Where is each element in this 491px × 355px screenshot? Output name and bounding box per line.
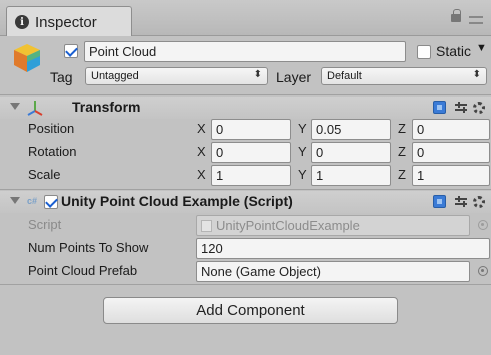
chevron-updown-icon: ⬍ xyxy=(253,69,262,80)
foldout-arrow-icon[interactable] xyxy=(10,197,20,204)
axis-z-label: Z xyxy=(398,144,406,159)
tab-label: Inspector xyxy=(35,13,97,31)
lock-icon[interactable] xyxy=(451,9,461,22)
divider xyxy=(0,189,491,190)
axis-x-label: X xyxy=(197,167,206,182)
gameobject-header: Point Cloud Static ▼ Tag Untagged ⬍ Laye… xyxy=(0,36,491,94)
script-file-icon: c# xyxy=(27,196,38,206)
script-label: Script xyxy=(28,217,62,232)
preset-icon[interactable] xyxy=(455,102,467,114)
script-value: UnityPointCloudExample xyxy=(216,218,360,233)
layer-dropdown[interactable]: Default ⬍ xyxy=(321,67,487,85)
tag-value: Untagged xyxy=(91,70,139,82)
position-x-field[interactable]: 0 xyxy=(211,119,291,140)
prefab-field[interactable]: None (Game Object) xyxy=(196,261,470,282)
info-icon: i xyxy=(15,15,29,29)
axis-y-label: Y xyxy=(298,121,307,136)
name-field[interactable]: Point Cloud xyxy=(84,41,406,62)
gear-icon[interactable] xyxy=(473,102,485,114)
menu-icon[interactable] xyxy=(469,16,483,24)
help-icon[interactable] xyxy=(433,195,446,208)
rotation-x-field[interactable]: 0 xyxy=(211,142,291,163)
divider xyxy=(0,94,491,95)
scale-y-field[interactable]: 1 xyxy=(311,165,391,186)
tab-bar: i Inspector xyxy=(0,0,491,37)
axis-x-label: X xyxy=(197,121,206,136)
preset-icon[interactable] xyxy=(455,196,467,208)
transform-header[interactable]: Transform xyxy=(0,97,491,119)
script-component-title: Unity Point Cloud Example (Script) xyxy=(61,193,293,209)
rotation-y-field[interactable]: 0 xyxy=(311,142,391,163)
axis-y-label: Y xyxy=(298,167,307,182)
prefab-label: Point Cloud Prefab xyxy=(28,263,138,278)
num-points-label: Num Points To Show xyxy=(28,240,149,255)
tag-dropdown[interactable]: Untagged ⬍ xyxy=(85,67,268,85)
scale-z-field[interactable]: 1 xyxy=(412,165,490,186)
divider xyxy=(0,284,491,285)
add-component-button[interactable]: Add Component xyxy=(103,297,398,324)
axis-z-label: Z xyxy=(398,121,406,136)
transform-title: Transform xyxy=(72,99,141,115)
axis-x-label: X xyxy=(197,144,206,159)
layer-value: Default xyxy=(327,70,362,82)
rotation-label: Rotation xyxy=(28,144,77,159)
scale-x-field[interactable]: 1 xyxy=(211,165,291,186)
tag-label: Tag xyxy=(50,69,73,85)
position-z-field[interactable]: 0 xyxy=(412,119,490,140)
script-enabled-checkbox[interactable] xyxy=(44,195,58,209)
inspector-panel: Point Cloud Static ▼ Tag Untagged ⬍ Laye… xyxy=(0,36,491,355)
object-picker-icon xyxy=(478,220,488,230)
gear-icon[interactable] xyxy=(473,196,485,208)
foldout-arrow-icon[interactable] xyxy=(10,103,20,110)
script-field: UnityPointCloudExample xyxy=(196,215,470,236)
scale-label: Scale xyxy=(28,167,61,182)
static-checkbox[interactable] xyxy=(417,45,431,59)
script-component-header[interactable]: c# Unity Point Cloud Example (Script) xyxy=(0,191,491,213)
help-icon[interactable] xyxy=(433,101,446,114)
layer-label: Layer xyxy=(276,69,312,85)
rotation-z-field[interactable]: 0 xyxy=(412,142,490,163)
axis-y-label: Y xyxy=(298,144,307,159)
active-checkbox[interactable] xyxy=(64,44,78,58)
cube-icon xyxy=(14,44,40,72)
position-y-field[interactable]: 0.05 xyxy=(311,119,391,140)
num-points-field[interactable]: 120 xyxy=(196,238,490,259)
static-dropdown-icon[interactable]: ▼ xyxy=(476,42,487,54)
position-label: Position xyxy=(28,121,75,136)
static-label: Static xyxy=(436,43,472,59)
script-asset-icon xyxy=(201,219,212,232)
transform-icon xyxy=(27,101,43,116)
object-picker-icon[interactable] xyxy=(478,266,488,276)
axis-z-label: Z xyxy=(398,167,406,182)
tab-inspector[interactable]: i Inspector xyxy=(6,6,132,37)
chevron-updown-icon: ⬍ xyxy=(472,69,481,80)
